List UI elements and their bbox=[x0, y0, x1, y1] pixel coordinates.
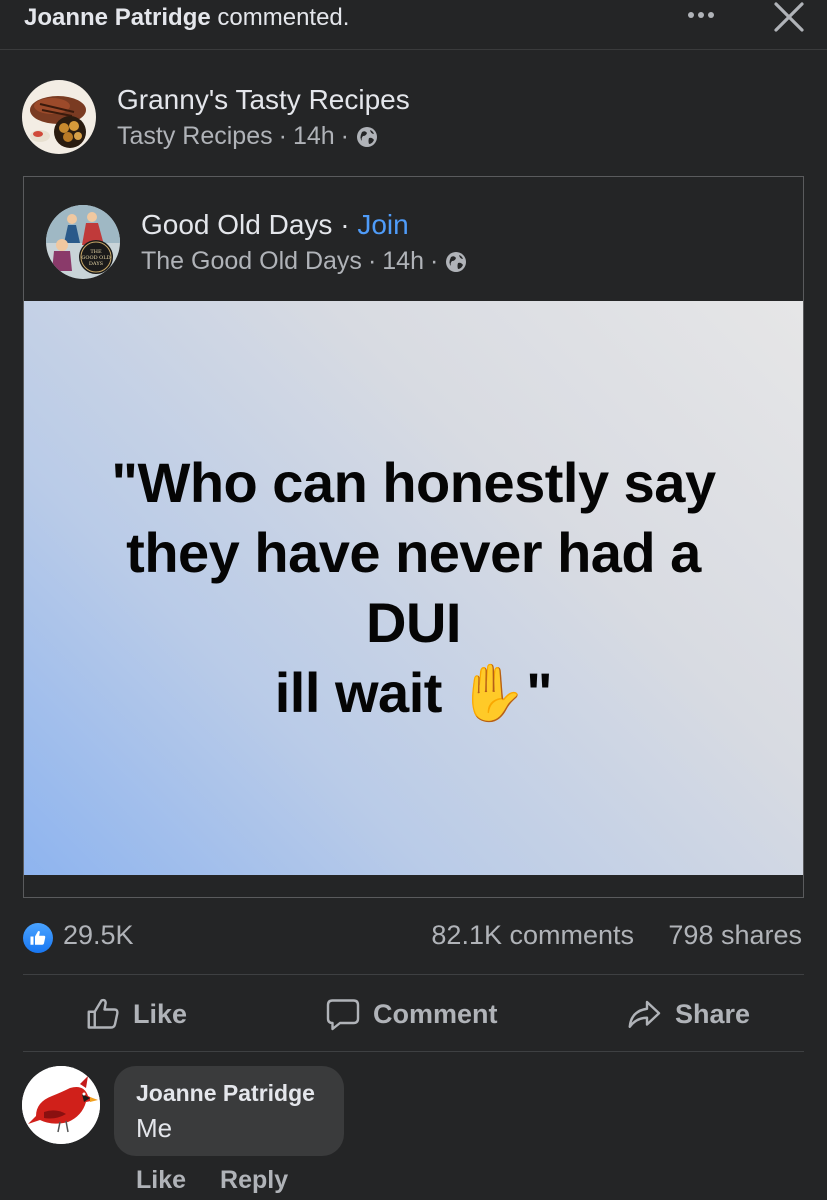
share-button[interactable]: Share bbox=[625, 993, 750, 1035]
group-name[interactable]: Tasty Recipes bbox=[117, 122, 273, 151]
shared-sub-name[interactable]: The Good Old Days bbox=[141, 247, 362, 276]
comment-like-button[interactable]: Like bbox=[136, 1166, 186, 1195]
comment-text: Me bbox=[136, 1113, 173, 1143]
comment-item: Joanne Patridge Me Like Reply bbox=[22, 1066, 802, 1200]
thumbs-up-icon bbox=[30, 931, 46, 945]
quote-image[interactable]: "Who can honestly say they have never ha… bbox=[24, 301, 803, 875]
shared-post-header: THE GOOD OLD DAYS Good Old Days · Join T… bbox=[46, 205, 786, 285]
notification-header: Joanne Patridge commented. bbox=[0, 0, 827, 50]
post-actions: Like Comment Share bbox=[23, 974, 804, 1052]
globe-icon bbox=[446, 251, 467, 272]
thumbs-up-outline-icon bbox=[87, 998, 119, 1029]
like-label: Like bbox=[133, 998, 188, 1029]
comment-bubble-icon bbox=[326, 999, 360, 1031]
shares-count[interactable]: 798 shares bbox=[668, 920, 802, 951]
comment-button[interactable]: Comment bbox=[325, 993, 498, 1035]
quote-line: DUI bbox=[366, 591, 461, 654]
vintage-dancers-avatar: THE GOOD OLD DAYS bbox=[46, 205, 120, 279]
like-button[interactable]: Like bbox=[85, 993, 187, 1035]
quote-line: ill wait ✋" bbox=[274, 661, 553, 724]
more-horizontal-icon bbox=[688, 12, 694, 18]
comment-bubble: Joanne Patridge Me bbox=[114, 1066, 344, 1156]
close-button[interactable] bbox=[770, 0, 808, 34]
meta-separator: · bbox=[429, 247, 439, 275]
post-header: Granny's Tasty Recipes Tasty Recipes · 1… bbox=[22, 80, 802, 160]
shared-post[interactable]: THE GOOD OLD DAYS Good Old Days · Join T… bbox=[23, 176, 804, 898]
quote-line: they have never had a bbox=[126, 521, 701, 584]
share-arrow-icon bbox=[628, 1000, 661, 1028]
comment-actions: Like Reply bbox=[136, 1166, 288, 1195]
comment-reply-button[interactable]: Reply bbox=[220, 1166, 288, 1195]
post-time[interactable]: 14h bbox=[293, 122, 335, 151]
more-options-button[interactable] bbox=[680, 0, 722, 30]
reaction-stats: 29.5K 82.1K comments 798 shares bbox=[23, 918, 804, 958]
commenter-avatar[interactable] bbox=[22, 1066, 100, 1144]
shared-post-time[interactable]: 14h bbox=[382, 247, 424, 276]
shared-post-meta: The Good Old Days · 14h · bbox=[141, 247, 468, 276]
post-meta: Tasty Recipes · 14h · bbox=[117, 122, 379, 151]
commenter-name[interactable]: Joanne Patridge bbox=[24, 4, 211, 31]
title-separator: · bbox=[332, 209, 358, 240]
quote-text: "Who can honestly say they have never ha… bbox=[44, 448, 784, 728]
cardinal-bird-icon bbox=[22, 1066, 100, 1144]
meta-separator: · bbox=[340, 122, 349, 150]
shared-page-title: Good Old Days · Join bbox=[141, 209, 409, 241]
comments-count[interactable]: 82.1K comments bbox=[431, 920, 634, 951]
meta-separator: · bbox=[278, 122, 287, 150]
quote-line: "Who can honestly say bbox=[111, 451, 716, 514]
header-action-text: commented. bbox=[210, 4, 350, 31]
page-name[interactable]: Granny's Tasty Recipes bbox=[117, 84, 410, 116]
svg-text:DAYS: DAYS bbox=[89, 261, 104, 267]
shared-page-name[interactable]: Good Old Days bbox=[141, 209, 332, 240]
comment-author[interactable]: Joanne Patridge bbox=[136, 1080, 322, 1107]
share-label: Share bbox=[675, 998, 751, 1029]
header-title: Joanne Patridge commented. bbox=[24, 4, 349, 32]
shared-page-avatar[interactable]: THE GOOD OLD DAYS bbox=[46, 205, 120, 279]
page-avatar[interactable] bbox=[22, 80, 96, 154]
comment-label: Comment bbox=[373, 998, 498, 1029]
likes-count[interactable]: 29.5K bbox=[63, 920, 134, 951]
join-button[interactable]: Join bbox=[357, 209, 408, 240]
close-icon bbox=[774, 2, 804, 32]
meta-separator: · bbox=[367, 247, 377, 275]
globe-icon bbox=[357, 126, 377, 147]
like-reaction-icon[interactable] bbox=[23, 923, 53, 953]
food-photo-avatar bbox=[22, 80, 96, 154]
